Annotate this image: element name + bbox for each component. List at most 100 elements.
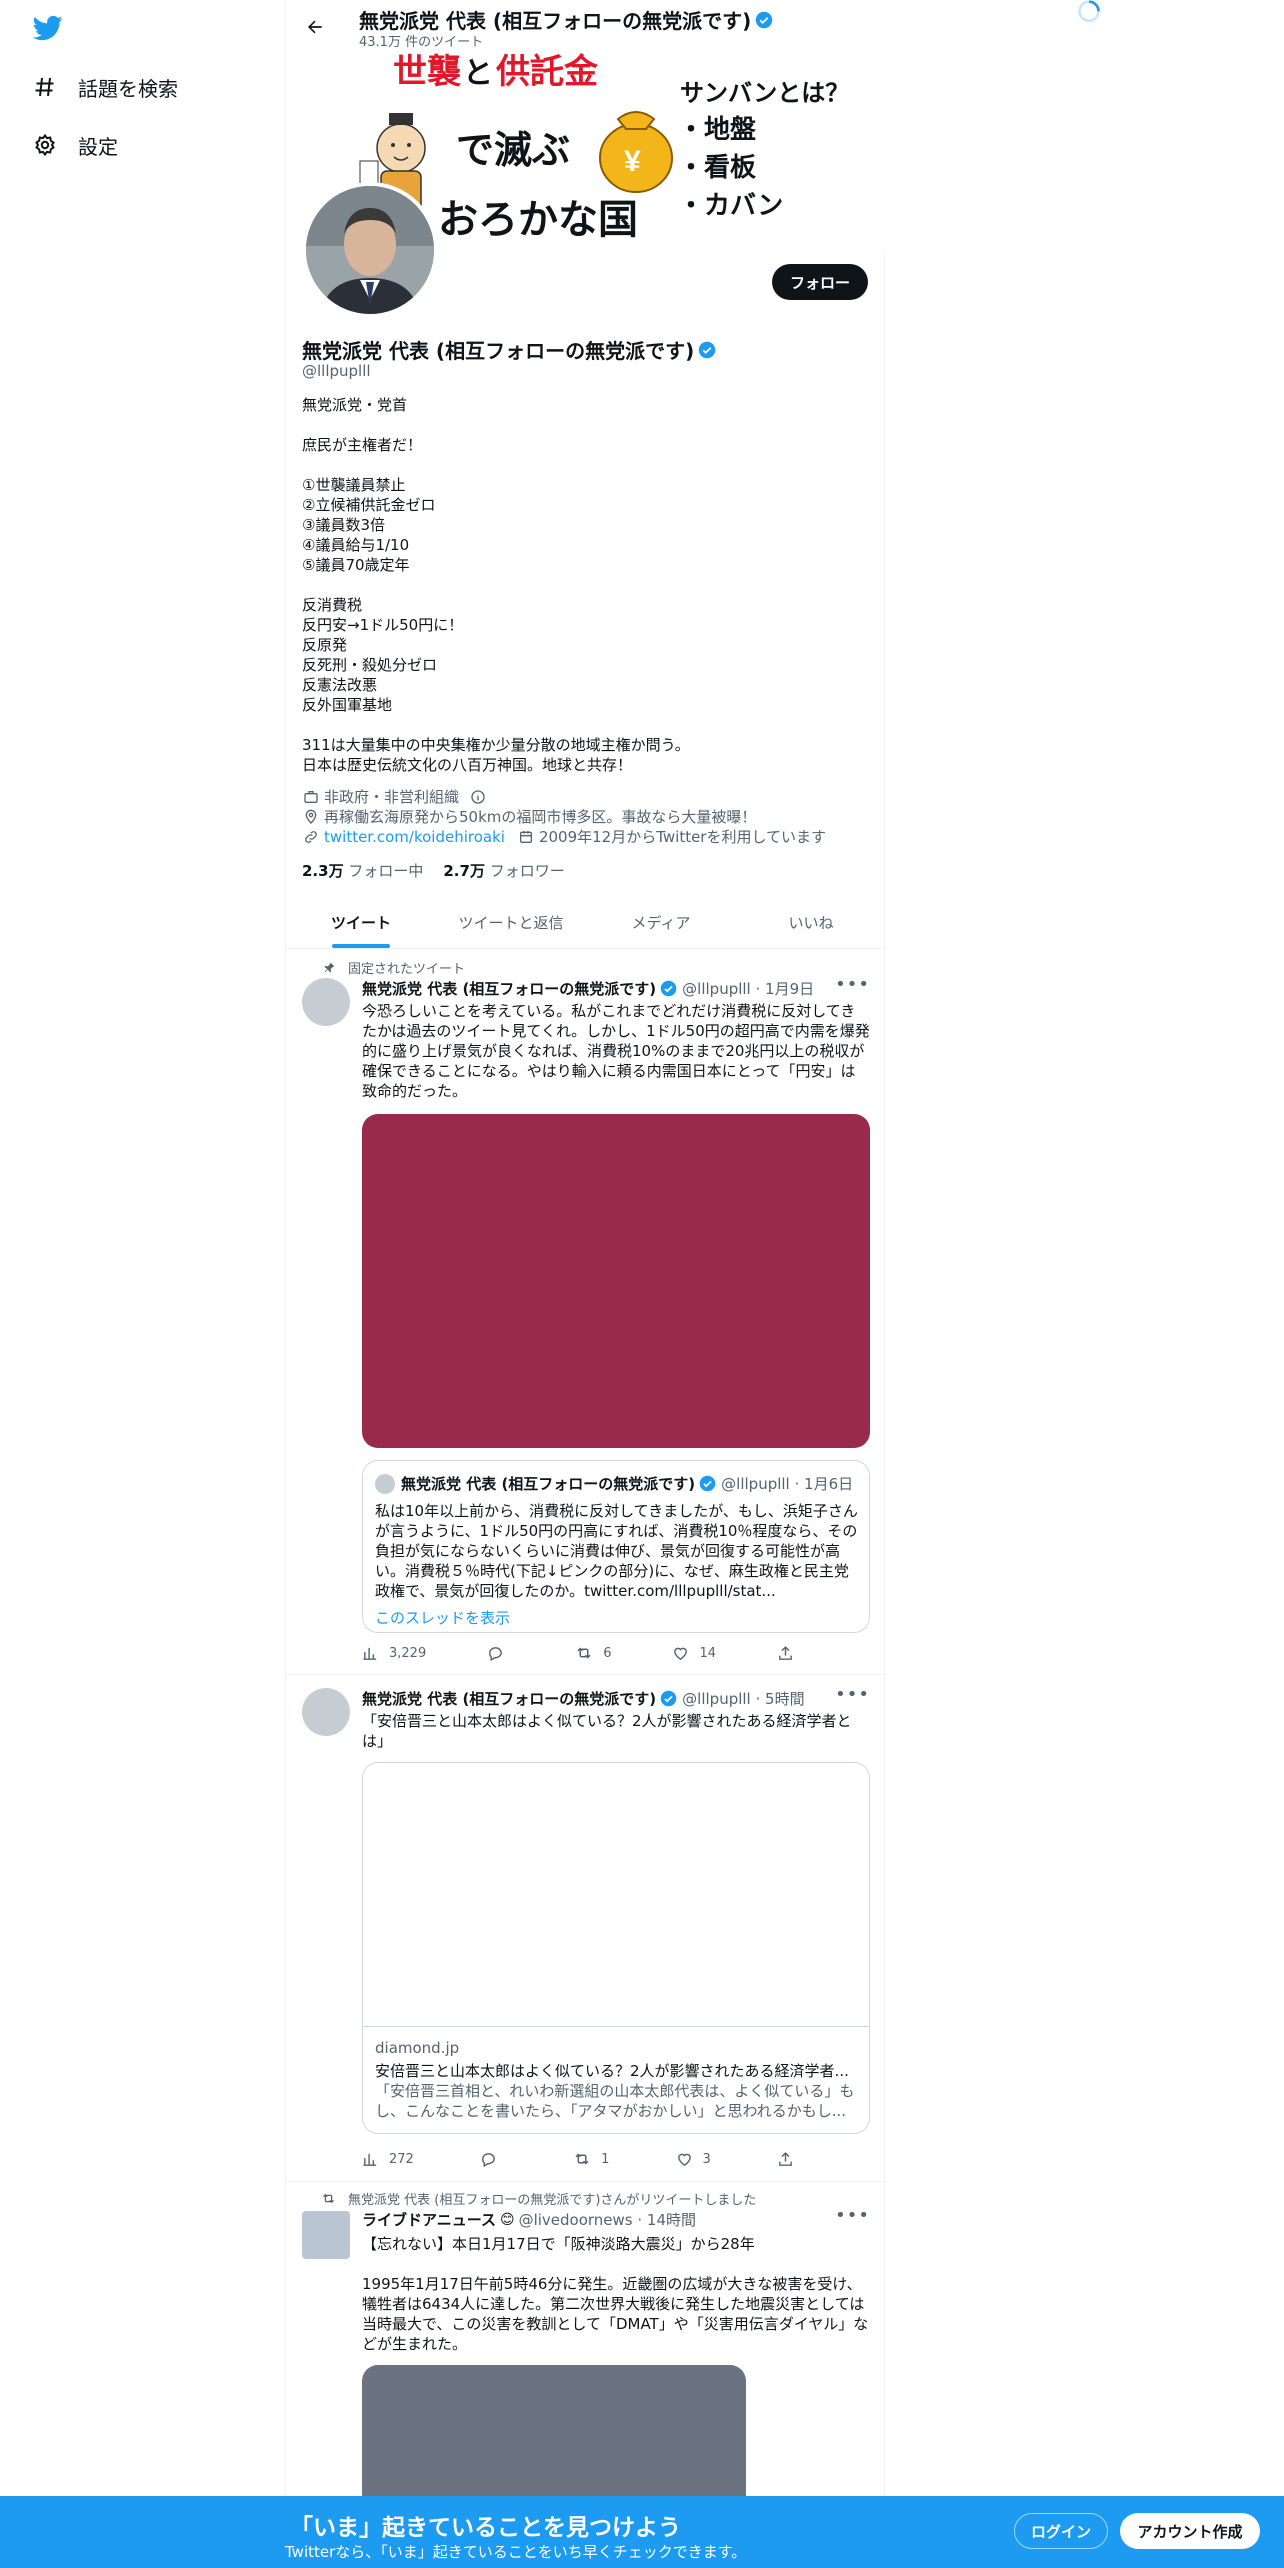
tweet-avatar[interactable] — [302, 1688, 350, 1736]
retweet-button[interactable]: 1 — [573, 2150, 609, 2168]
bio-line — [302, 415, 870, 435]
tweet-author-name[interactable]: 無党派党 代表 (相互フォローの無党派です) — [362, 1688, 656, 1709]
bio-line: ②立候補供託金ゼロ — [302, 496, 436, 514]
profile-location: 再稼働玄海原発から50kmの福岡市博多区。事故なら大量被曝！ — [324, 808, 757, 826]
profile-tabs: ツイート ツイートと返信 メディア いいね — [286, 896, 886, 949]
reply-button[interactable] — [487, 1644, 514, 1662]
quoted-tweet-avatar — [375, 1473, 395, 1494]
bio-line — [302, 455, 870, 475]
tweet-author-handle: @lllpuplll — [682, 979, 751, 998]
back-arrow-icon[interactable] — [300, 12, 330, 42]
tweet-actions: 272 1 3 — [362, 2150, 794, 2168]
tweet-avatar[interactable] — [302, 978, 350, 1026]
link-card[interactable]: diamond.jp 安倍晋三と山本太郎はよく似ている？2人が影響されたある経済… — [362, 1762, 870, 2134]
verified-badge-icon — [698, 341, 716, 359]
tab-likes[interactable]: いいね — [736, 896, 886, 948]
tweet[interactable]: 無党派党 代表 (相互フォローの無党派です)さんがリツイートしました ライブドア… — [286, 2183, 886, 2505]
tweet-time[interactable]: 14時間 — [647, 2209, 696, 2230]
tweet-text: 今恐ろしいことを考えている。私がこれまでどれだけ消費税に反対してきたかは過去のツ… — [362, 1002, 870, 1100]
quoted-tweet-header: 無党派党 代表 (相互フォローの無党派です) @lllpuplll · 1月6日 — [375, 1473, 859, 1494]
bio-line — [302, 575, 870, 595]
tab-media[interactable]: メディア — [586, 896, 736, 948]
tweet-media-image[interactable] — [362, 1114, 870, 1448]
twitter-logo-icon[interactable] — [32, 13, 64, 43]
quoted-tweet-text: 私は10年以上前から、消費税に反対してきましたが、もし、浜矩子さんが言うように、… — [375, 1502, 858, 1600]
profile-header-bar: 無党派党 代表 (相互フォローの無党派です) 43.1万 件のツイート — [286, 0, 886, 53]
tweet-author-name[interactable]: ライブドアニュース — [362, 2209, 496, 2230]
share-button[interactable] — [777, 2150, 794, 2168]
link-card-domain: diamond.jp — [375, 2039, 460, 2057]
following-link[interactable]: 2.3万 フォロー中 — [302, 860, 423, 881]
banner-text-to: と — [463, 57, 493, 90]
nav-item-explore[interactable]: 話題を検索 — [32, 65, 178, 109]
bio-line: 311は大量集中の中央集権か少量分散の地域主権か問う。 — [302, 736, 690, 754]
show-thread-link[interactable]: このスレッドを表示 — [375, 1607, 510, 1628]
tweet-author-handle: @livedoornews — [518, 2210, 633, 2229]
views-button[interactable]: 3,229 — [362, 1644, 426, 1662]
quoted-tweet[interactable]: 無党派党 代表 (相互フォローの無党派です) @lllpuplll · 1月6日… — [362, 1460, 870, 1633]
tweet-avatar[interactable] — [302, 2211, 350, 2259]
tab-tweets[interactable]: ツイート — [286, 896, 436, 948]
bio-line: ①世襲議員禁止 — [302, 476, 406, 494]
calendar-icon — [517, 828, 535, 846]
nav-item-settings[interactable]: 設定 — [32, 123, 118, 167]
bio-line: 反死刑・殺処分ゼロ — [302, 656, 438, 674]
follow-button[interactable]: フォロー — [771, 264, 868, 300]
tweet-author-handle: @lllpuplll — [682, 1689, 751, 1708]
tweet-count: 43.1万 件のツイート — [359, 35, 484, 50]
signup-prompt-subtitle: Twitterなら、「いま」起きていることをいち早くチェックできます。 — [285, 2543, 747, 2561]
retweet-icon — [320, 2191, 336, 2206]
profile-handle: @lllpuplll — [302, 362, 371, 380]
link-card-description: 「安倍晋三首相と、れいわ新選組の山本太郎代表は、よく似ている」もし、こんなことを… — [375, 2082, 855, 2120]
like-button[interactable]: 3 — [676, 2150, 711, 2168]
money-bag-icon: ¥ — [599, 111, 673, 193]
like-button[interactable]: 14 — [672, 1644, 716, 1662]
followers-link[interactable]: 2.7万 フォロワー — [443, 860, 564, 881]
profile-avatar[interactable] — [302, 182, 438, 318]
retweet-button[interactable]: 6 — [575, 1644, 611, 1662]
bio-line: ③議員数3倍 — [302, 516, 385, 534]
tweet-header: 無党派党 代表 (相互フォローの無党派です) @lllpuplll · 5時間 … — [362, 1684, 870, 1709]
tweet[interactable]: 無党派党 代表 (相互フォローの無党派です) @lllpuplll · 5時間 … — [286, 1676, 886, 2182]
tweet-text: 「安倍晋三と山本太郎はよく似ている？2人が影響されたある経済学者とは」 — [362, 1712, 852, 1750]
share-button[interactable] — [777, 1644, 794, 1662]
bio-line: 無党派党・党首 — [302, 396, 408, 414]
profile-meta-row: twitter.com/koidehiroaki 2009年12月からTwitt… — [302, 826, 826, 847]
banner-text-horobu: で滅ぶ — [456, 130, 570, 172]
verified-badge-icon — [699, 1475, 717, 1493]
info-icon[interactable] — [469, 788, 487, 806]
tweet-header: ライブドアニュース 😊 @livedoornews · 14時間 ••• — [362, 2205, 870, 2230]
more-options-icon[interactable]: ••• — [835, 974, 870, 995]
profile-joined: 2009年12月からTwitterを利用しています — [538, 828, 827, 846]
banner-text-sanban: サンバンとは？ — [680, 80, 849, 107]
gear-icon — [32, 132, 58, 158]
bio-line: 庶民が主権者だ！ — [302, 436, 423, 454]
login-button[interactable]: ログイン — [1014, 2513, 1108, 2549]
tweet-time[interactable]: 5時間 — [765, 1688, 805, 1709]
tweet-author-name[interactable]: 無党派党 代表 (相互フォローの無党派です) — [362, 978, 656, 999]
signup-button[interactable]: アカウント作成 — [1120, 2513, 1260, 2549]
bio-line: 反消費税 — [302, 596, 363, 614]
briefcase-icon — [302, 788, 320, 806]
location-pin-icon — [302, 808, 320, 826]
pin-icon — [320, 961, 336, 974]
svg-text:・地盤: ・地盤 — [678, 115, 757, 144]
tweet-actions: 3,229 6 14 — [362, 1644, 794, 1662]
svg-text:・カバン: ・カバン — [678, 191, 783, 220]
link-icon — [302, 828, 320, 846]
verified-badge-icon — [660, 980, 678, 998]
link-card-title: 安倍晋三と山本太郎はよく似ている？2人が影響されたある経済学者... — [375, 2062, 849, 2080]
more-options-icon[interactable]: ••• — [835, 1684, 870, 1705]
loading-spinner-icon — [1074, 0, 1104, 26]
more-options-icon[interactable]: ••• — [835, 2205, 870, 2226]
tab-tweets-replies[interactable]: ツイートと返信 — [436, 896, 586, 948]
tweet-time[interactable]: 1月9日 — [765, 978, 814, 999]
profile-website-link[interactable]: twitter.com/koidehiroaki — [324, 828, 505, 846]
left-navigation: 話題を検索 設定 — [0, 0, 285, 2568]
views-button[interactable]: 272 — [362, 2150, 414, 2168]
tweet[interactable]: 固定されたツイート 無党派党 代表 (相互フォローの無党派です) @lllpup… — [286, 950, 886, 1675]
bio-line: 反原発 — [302, 636, 348, 654]
reply-button[interactable] — [480, 2150, 507, 2168]
tweet-media-image[interactable] — [362, 2365, 746, 2505]
pinned-context: 固定されたツイート — [320, 958, 465, 977]
